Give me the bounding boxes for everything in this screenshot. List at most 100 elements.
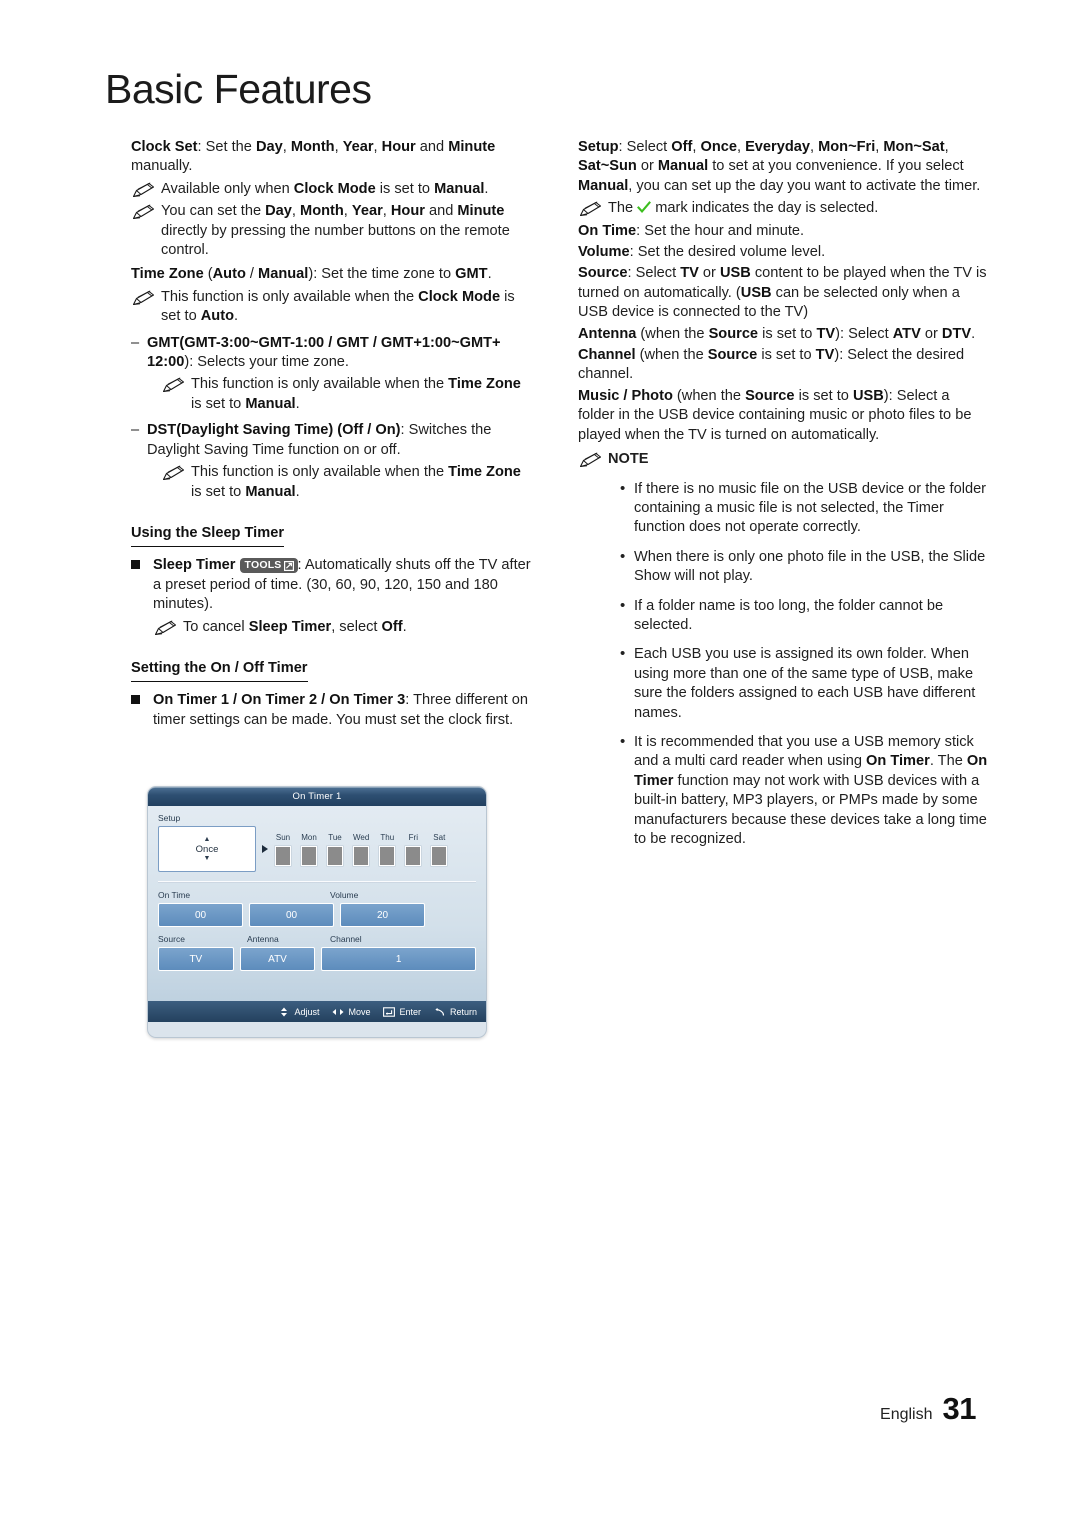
note-bullet: • If there is no music file on the USB d… <box>578 480 990 538</box>
clock-set-hour: Hour <box>381 139 416 155</box>
osd-move-hint[interactable]: Move <box>332 1007 370 1017</box>
mp2: is set to <box>794 387 853 404</box>
osd-day-mon[interactable]: Mon <box>301 833 317 866</box>
osd-day-checkbox[interactable] <box>301 845 317 866</box>
osd-divider <box>158 881 476 883</box>
note-bullet: • Each USB you use is assigned its own f… <box>578 645 990 723</box>
pencil-icon <box>131 182 156 199</box>
sd-minute: Minute <box>457 203 505 220</box>
osd-time-volume-fields: 00 00 20 <box>158 903 476 927</box>
channel-source: Source <box>707 347 758 364</box>
osd-day-checkbox[interactable] <box>379 845 396 866</box>
osd-day-sat[interactable]: Sat <box>431 832 448 866</box>
ch2: is set to <box>757 347 816 364</box>
sd5: and <box>424 203 458 220</box>
ca3: . <box>233 308 239 325</box>
tm1-timezone: Time Zone <box>448 376 521 393</box>
sleep-timer-text: Sleep Timer TOOLS: Automatically shuts o… <box>153 556 531 614</box>
heading-on-off-timer: Setting the On / Off Timer <box>131 659 308 683</box>
osd-minute-field[interactable]: 00 <box>249 903 334 927</box>
sd2: , <box>291 203 301 220</box>
osd-adjust-hint[interactable]: Adjust <box>278 1007 319 1017</box>
osd-volume-field[interactable]: 20 <box>340 903 425 927</box>
sd1: You can set the <box>161 203 266 220</box>
tools-badge[interactable]: TOOLS <box>239 558 298 574</box>
osd-day-checkbox[interactable] <box>405 845 422 866</box>
setup-monfri: Mon~Fri <box>818 139 876 155</box>
osd-time-volume-labels: On Time Volume <box>158 890 476 900</box>
osd-day-checkbox[interactable] <box>327 845 343 866</box>
setup-label: Setup <box>578 139 619 155</box>
volume-tail: : Set the desired volume level. <box>629 244 826 261</box>
osd-day-selector[interactable]: Sun Mon Tue Wed Thu Fri Sat <box>275 832 448 866</box>
osd-title-bar: On Timer 1 <box>148 787 486 806</box>
pencil-icon <box>131 290 156 307</box>
sep-3: , <box>373 139 382 155</box>
osd-source-field[interactable]: TV <box>158 947 234 971</box>
osd-day-tue[interactable]: Tue <box>327 833 343 866</box>
osd-channel-field[interactable]: 1 <box>321 947 476 971</box>
on-timer-text: On Timer 1 / On Timer 2 / On Timer 3: Th… <box>153 691 531 730</box>
osd-antenna-field[interactable]: ATV <box>239 947 316 971</box>
osd-day-label: Thu <box>380 832 395 842</box>
osd-return-hint[interactable]: Return <box>434 1007 477 1017</box>
osd-day-sun[interactable]: Sun <box>275 833 291 866</box>
manual-bold: Manual <box>434 180 485 197</box>
osd-enter-hint[interactable]: Enter <box>383 1007 421 1017</box>
clock-mode-bold: Clock Mode <box>293 180 376 197</box>
note-bullet-text: If a folder name is too long, the folder… <box>634 597 944 633</box>
osd-setup-spinner[interactable]: ▲ Once ▼ <box>158 826 256 872</box>
ch1: (when the <box>635 347 708 364</box>
sd-hour: Hour <box>390 203 425 220</box>
osd-day-label: Sun <box>275 832 291 842</box>
su9: , you can set up the day you want to act… <box>628 177 981 194</box>
setup-off: Off <box>671 139 693 155</box>
on-timer-label: On Timer 1 / On Timer 2 / On Timer 3 <box>153 692 406 709</box>
dash-marker: – <box>131 422 140 439</box>
osd-setup-row: ▲ Once ▼ Sun Mon Tue Wed Thu Fri Sat <box>158 826 476 872</box>
osd-day-fri[interactable]: Fri <box>405 833 422 866</box>
osd-hour-field[interactable]: 00 <box>158 903 243 927</box>
note-heading: NOTE <box>608 451 649 468</box>
spinner-up-arrow-icon[interactable]: ▲ <box>204 836 211 843</box>
source-usb-2: USB <box>740 284 772 301</box>
osd-day-wed[interactable]: Wed <box>353 833 369 866</box>
volume-paragraph: Volume: Set the desired volume level. <box>578 243 990 262</box>
tz1: ( <box>203 266 213 283</box>
sleep-timer-label: Sleep Timer <box>153 557 236 574</box>
osd-day-label: Sat <box>433 832 446 842</box>
time-zone-paragraph: Time Zone (Auto / Manual): Set the time … <box>131 265 531 284</box>
osd-day-thu[interactable]: Thu <box>379 832 396 866</box>
osd-footer-bar: Adjust Move Enter Return <box>148 1001 486 1022</box>
so2: or <box>698 265 720 282</box>
osd-title-text: On Timer 1 <box>292 791 342 802</box>
tz4: . <box>487 266 492 283</box>
osd-setup-value: Once <box>195 843 219 855</box>
source-label: Source <box>578 265 628 282</box>
osd-day-label: Tue <box>328 832 342 842</box>
pencil-icon <box>578 452 603 469</box>
ca-auto: Auto <box>200 308 234 325</box>
note-cancel-sleep-text: To cancel Sleep Timer, select Off. <box>183 618 531 637</box>
chevron-right-icon <box>262 845 268 853</box>
osd-day-checkbox[interactable] <box>275 845 291 866</box>
note-timezone-manual-2-text: This function is only available when the… <box>191 463 531 502</box>
an4: or <box>920 325 942 342</box>
an5: . <box>971 325 976 342</box>
square-bullet-icon <box>131 556 153 570</box>
antenna-paragraph: Antenna (when the Source is set to TV): … <box>578 325 990 344</box>
osd-on-time-label: On Time <box>158 890 191 900</box>
an2: is set to <box>758 325 817 342</box>
bullet-dot-icon: • <box>620 596 626 614</box>
note-cancel-sleep: To cancel Sleep Timer, select Off. <box>153 618 531 637</box>
cs1: To cancel <box>183 618 249 635</box>
sep-1: , <box>282 139 291 155</box>
osd-day-checkbox[interactable] <box>353 845 370 866</box>
sep-2: , <box>334 139 343 155</box>
pencil-icon <box>578 201 603 218</box>
osd-source-fields: TV ATV 1 <box>158 947 476 971</box>
clock-set-minute: Minute <box>448 139 496 155</box>
spinner-down-arrow-icon[interactable]: ▼ <box>204 855 211 862</box>
osd-day-checkbox[interactable] <box>431 845 448 866</box>
note-bullet-last: • It is recommended that you use a USB m… <box>578 733 990 849</box>
